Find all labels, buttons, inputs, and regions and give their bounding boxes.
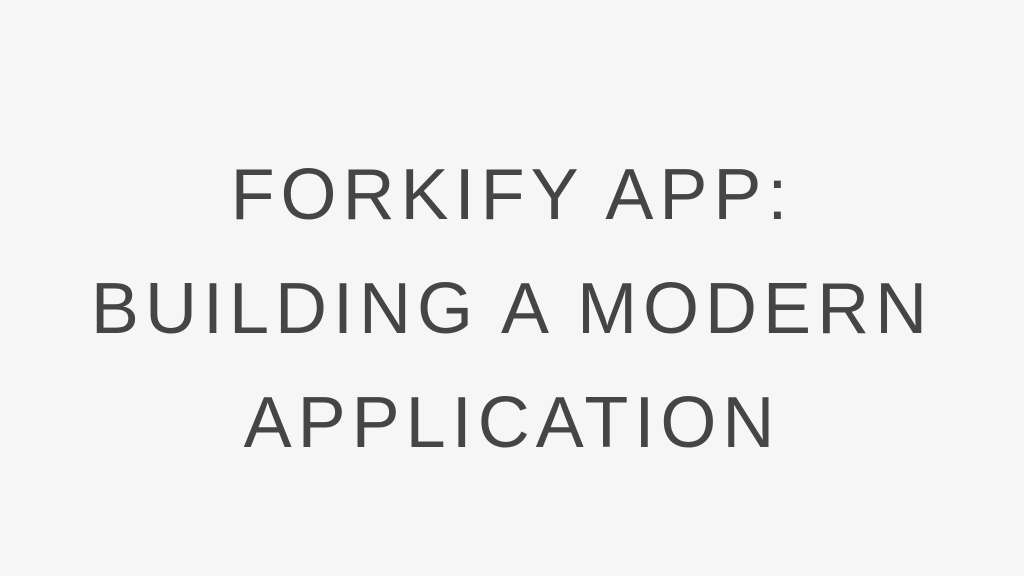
title-line-2: BUILDING A MODERN xyxy=(90,269,934,349)
title-line-1: FORKIFY APP: xyxy=(230,155,794,235)
slide-title: FORKIFY APP: BUILDING A MODERN APPLICATI… xyxy=(0,138,1024,480)
title-line-3: APPLICATION xyxy=(243,383,781,463)
title-slide: FORKIFY APP: BUILDING A MODERN APPLICATI… xyxy=(0,0,1024,576)
